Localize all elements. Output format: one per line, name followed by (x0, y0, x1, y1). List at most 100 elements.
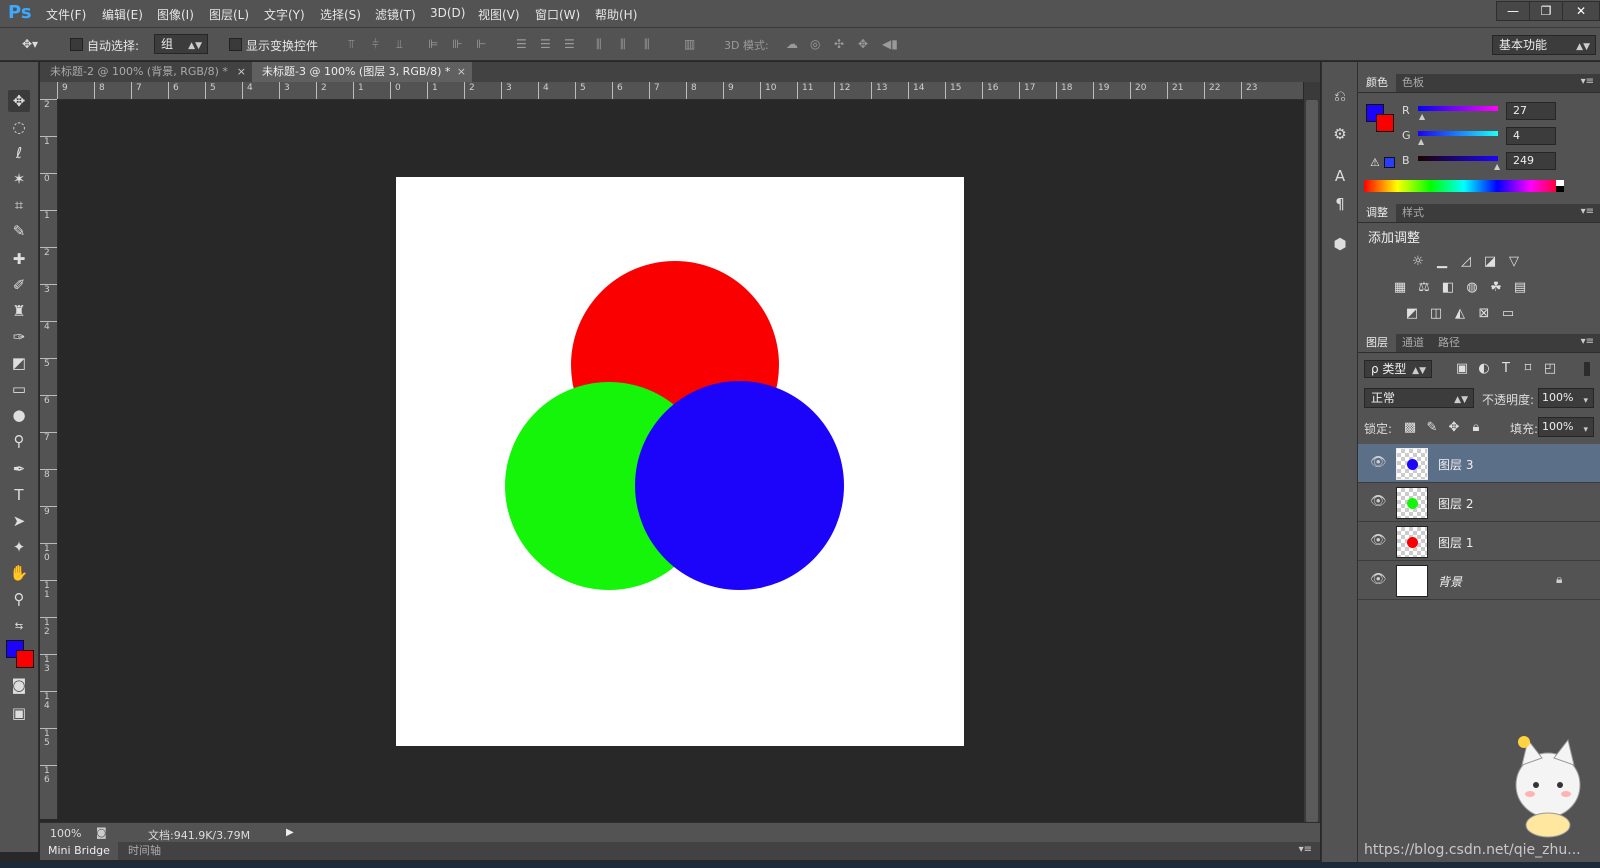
character-panel-icon[interactable]: A (1330, 166, 1350, 186)
menu-type[interactable]: 文字(Y) (264, 6, 305, 23)
menu-view[interactable]: 视图(V) (478, 6, 520, 23)
blend-mode-dropdown[interactable]: 正常 ▲▼ (1364, 388, 1474, 408)
history-panel-icon[interactable]: ⎌ (1330, 86, 1350, 106)
type-tool-icon[interactable]: T (8, 484, 30, 506)
3d-roll-icon[interactable]: ◎ (810, 37, 824, 51)
swap-colors-icon[interactable]: ⇆ (8, 616, 30, 638)
show-transform-checkbox[interactable] (229, 38, 242, 51)
distribute-left-icon[interactable]: ⫼ (596, 37, 610, 51)
scrollbar-thumb[interactable] (1306, 100, 1318, 822)
marquee-tool-icon[interactable]: ◌ (8, 116, 30, 138)
tab-mini-bridge[interactable]: Mini Bridge (40, 842, 118, 860)
auto-select-dropdown[interactable]: 组 ▲▼ (154, 34, 208, 54)
hand-tool-icon[interactable]: ✋ (8, 562, 30, 584)
3d-scale-icon[interactable]: ◀▮ (882, 37, 898, 51)
distribute-top-icon[interactable]: ☰ (516, 37, 530, 51)
blur-tool-icon[interactable]: ● (8, 404, 30, 426)
clone-stamp-tool-icon[interactable]: ♜ (8, 300, 30, 322)
eraser-tool-icon[interactable]: ◩ (8, 352, 30, 374)
lock-all-icon[interactable]: 🔒︎ (1468, 420, 1484, 436)
vibrance-icon[interactable]: ▽ (1506, 254, 1522, 270)
align-hcenter-icon[interactable]: ⊪ (452, 37, 466, 51)
opacity-input[interactable]: 100% ▾ (1538, 388, 1594, 408)
visibility-eye-icon[interactable]: 👁︎ (1370, 455, 1387, 470)
filter-smart-icon[interactable]: ◰ (1542, 361, 1558, 377)
close-tab-icon[interactable]: × (457, 62, 466, 82)
filter-adjustment-icon[interactable]: ◐ (1476, 361, 1492, 377)
3d-rotate-icon[interactable]: ☁ (786, 37, 800, 51)
invert-icon[interactable]: ◩ (1404, 306, 1420, 322)
align-vcenter-icon[interactable]: ⫩ (372, 37, 386, 51)
bg-color-swatch[interactable] (1376, 114, 1394, 132)
tab-layers[interactable]: 图层 (1358, 334, 1396, 352)
menu-3d[interactable]: 3D(D) (430, 6, 465, 20)
b-slider[interactable] (1418, 156, 1498, 161)
tab-untitled-2[interactable]: 未标题-2 @ 100% (背景, RGB/8) * × (40, 62, 252, 82)
restore-button[interactable]: ❐ (1529, 1, 1563, 21)
document-canvas[interactable] (396, 177, 964, 746)
exposure-icon[interactable]: ◪ (1482, 254, 1498, 270)
g-value-input[interactable]: 4 (1506, 127, 1556, 145)
filter-shape-icon[interactable]: ⌑ (1520, 361, 1536, 377)
color-spectrum-bar[interactable] (1364, 180, 1564, 192)
layer-row[interactable]: 👁︎ 图层 1 (1358, 522, 1600, 561)
align-bottom-icon[interactable]: ⫫ (396, 37, 410, 51)
slider-handle-icon[interactable]: ▲ (1419, 112, 1425, 121)
path-selection-tool-icon[interactable]: ➤ (8, 510, 30, 532)
distribute-right-icon[interactable]: ⫼ (644, 37, 658, 51)
menu-select[interactable]: 选择(S) (320, 6, 361, 23)
properties-panel-icon[interactable]: ⚙ (1330, 124, 1350, 144)
dodge-tool-icon[interactable]: ⚲ (8, 430, 30, 452)
status-menu-arrow-icon[interactable]: ▶ (286, 827, 294, 838)
color-balance-icon[interactable]: ⚖ (1416, 280, 1432, 296)
menu-window[interactable]: 窗口(W) (535, 6, 580, 23)
quick-mask-icon[interactable]: ◙ (8, 674, 30, 696)
healing-brush-tool-icon[interactable]: ✚ (8, 248, 30, 270)
menu-image[interactable]: 图像(I) (157, 6, 194, 23)
background-color-swatch[interactable] (16, 650, 34, 668)
gradient-tool-icon[interactable]: ▭ (8, 378, 30, 400)
hue-saturation-icon[interactable]: ▦ (1392, 280, 1408, 296)
auto-select-checkbox[interactable] (70, 38, 83, 51)
screen-mode-icon[interactable]: ▣ (8, 702, 30, 724)
horizontal-ruler[interactable]: 9 8 7 6 5 4 3 2 1 0 1 2 3 4 5 6 7 8 9 10 11 12 13 14 15 16 17 18 19 2… (57, 82, 1303, 100)
r-value-input[interactable]: 27 (1506, 102, 1556, 120)
tab-paths[interactable]: 路径 (1430, 334, 1468, 352)
brightness-icon[interactable]: ☼ (1410, 254, 1426, 270)
magic-wand-tool-icon[interactable]: ✶ (8, 168, 30, 190)
tab-untitled-3[interactable]: 未标题-3 @ 100% (图层 3, RGB/8) * × (252, 62, 472, 82)
panel-menu-icon[interactable]: ▾≡ (1581, 76, 1594, 87)
shape-tool-icon[interactable]: ✦ (8, 536, 30, 558)
visibility-eye-icon[interactable]: 👁︎ (1370, 572, 1387, 587)
tab-channels[interactable]: 通道 (1394, 334, 1432, 352)
layer-row[interactable]: 👁︎ 图层 3 (1358, 444, 1600, 483)
panel-menu-icon[interactable]: ▾≡ (1581, 206, 1594, 217)
eyedropper-tool-icon[interactable]: ✎ (8, 220, 30, 242)
r-slider[interactable] (1418, 106, 1498, 111)
ruler-origin[interactable] (40, 82, 57, 99)
lock-position-icon[interactable]: ✥ (1446, 420, 1462, 436)
tab-color[interactable]: 颜色 (1358, 74, 1396, 92)
tab-timeline[interactable]: 时间轴 (120, 842, 169, 860)
align-left-icon[interactable]: ⊫ (428, 37, 442, 51)
visibility-eye-icon[interactable]: 👁︎ (1370, 533, 1387, 548)
layer-name[interactable]: 图层 2 (1438, 495, 1473, 512)
gamut-warning-icon[interactable]: ⚠ (1370, 156, 1380, 169)
pen-tool-icon[interactable]: ✒ (8, 458, 30, 480)
distribute-vcenter-icon[interactable]: ☰ (540, 37, 554, 51)
move-tool-preset-icon[interactable]: ✥▾ (22, 37, 38, 51)
slider-handle-icon[interactable]: ▲ (1494, 162, 1500, 171)
gradient-map-icon[interactable]: ⊠ (1476, 306, 1492, 322)
align-top-icon[interactable]: ⫪ (348, 37, 362, 51)
visibility-eye-icon[interactable]: 👁︎ (1370, 494, 1387, 509)
crop-tool-icon[interactable]: ⌗ (8, 194, 30, 216)
filter-type-icon[interactable]: T (1498, 361, 1514, 377)
status-icon[interactable]: ◙ (96, 826, 107, 839)
distribute-hcenter-icon[interactable]: ⫼ (620, 37, 634, 51)
photo-filter-icon[interactable]: ◍ (1464, 280, 1480, 296)
g-slider[interactable] (1418, 131, 1498, 136)
fill-input[interactable]: 100% ▾ (1538, 417, 1594, 437)
history-brush-tool-icon[interactable]: ✑ (8, 326, 30, 348)
menu-help[interactable]: 帮助(H) (595, 6, 637, 23)
layer-name[interactable]: 图层 3 (1438, 456, 1473, 473)
